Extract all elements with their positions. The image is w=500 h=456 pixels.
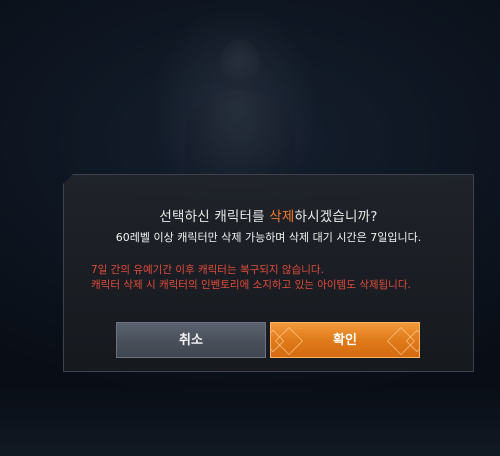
cancel-button-label: 취소 (179, 333, 203, 348)
delete-character-dialog: 선택하신 캐릭터를 삭제하시겠습니까? 60레벨 이상 캐릭터만 삭제 가능하며… (63, 174, 474, 372)
title-highlight-delete: 삭제 (269, 209, 295, 225)
bottom-fade (0, 386, 500, 456)
title-text-after: 하시겠습니까? (294, 209, 378, 225)
warning-text-line-1: 7일 간의 유예기간 이후 캐릭터는 복구되지 않습니다. (91, 264, 324, 276)
diamond-ornament-icon (274, 326, 304, 356)
confirm-button[interactable]: 확인 (270, 322, 420, 358)
title-text-before: 선택하신 캐릭터를 (159, 209, 270, 225)
confirm-button-label: 확인 (333, 333, 357, 348)
game-background: 선택하신 캐릭터를 삭제하시겠습니까? 60레벨 이상 캐릭터만 삭제 가능하며… (0, 0, 500, 456)
dialog-title: 선택하신 캐릭터를 삭제하시겠습니까? (64, 205, 473, 225)
cancel-button[interactable]: 취소 (116, 322, 266, 358)
warning-text-line-2: 캐릭터 삭제 시 캐릭터의 인벤토리에 소지하고 있는 아이템도 삭제됩니다. (91, 279, 411, 291)
dialog-subtitle: 60레벨 이상 캐릭터만 삭제 가능하며 삭제 대기 시간은 7일입니다. (115, 231, 422, 244)
